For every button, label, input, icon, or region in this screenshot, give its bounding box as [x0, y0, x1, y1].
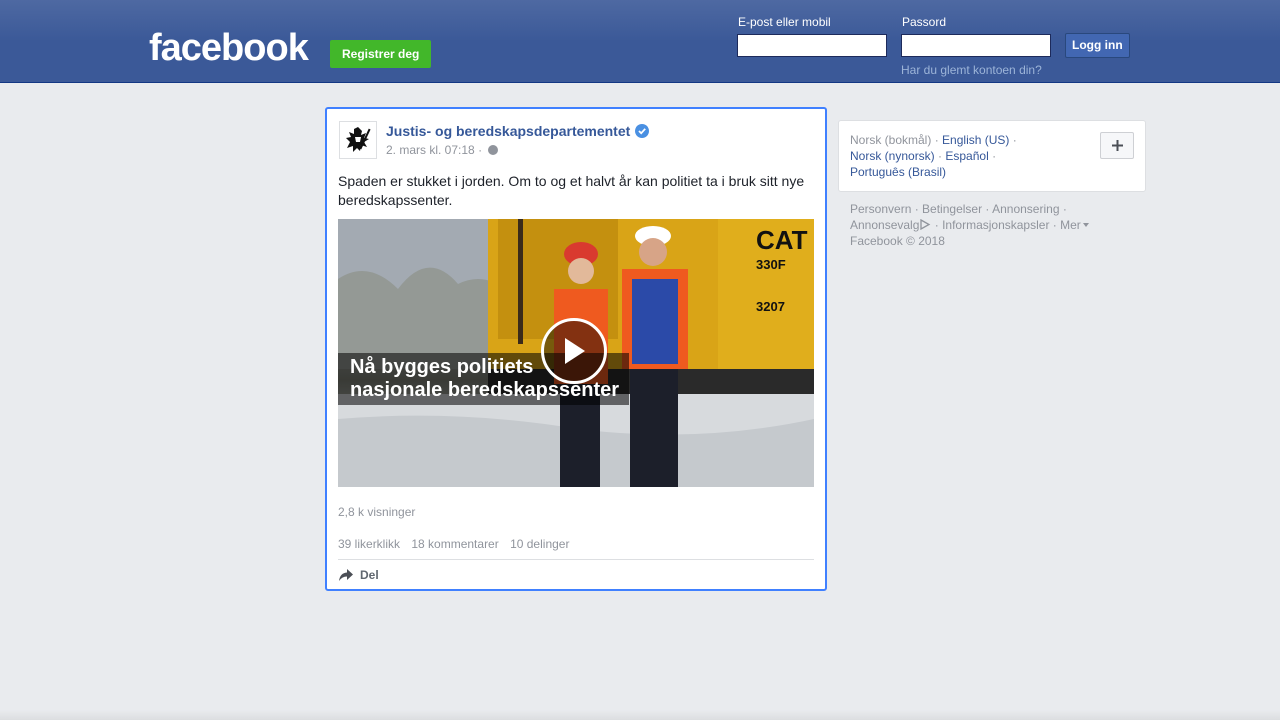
- meta-separator: ·: [478, 143, 483, 157]
- separator: ·: [992, 149, 997, 163]
- footer-link-cookies[interactable]: Informasjonskapsler: [942, 218, 1049, 232]
- add-language-button[interactable]: [1100, 132, 1134, 159]
- language-selector-box: Norsk (bokmål) · English (US) · Norsk (n…: [838, 120, 1146, 192]
- globe-icon[interactable]: [488, 145, 499, 155]
- separator: ·: [938, 149, 943, 163]
- separator: ·: [1012, 133, 1017, 147]
- share-button[interactable]: Del: [338, 568, 379, 582]
- post-timestamp[interactable]: 2. mars kl. 07:18: [386, 143, 475, 157]
- comment-count[interactable]: 18 kommentarer: [411, 537, 498, 551]
- register-button[interactable]: Registrer deg: [330, 40, 432, 68]
- video-player[interactable]: CAT 330F 3207 Nå bygges politiets nasjon…: [338, 219, 814, 487]
- adchoices-icon: [920, 219, 931, 230]
- footer-link-privacy[interactable]: Personvern: [850, 202, 911, 216]
- password-input[interactable]: [901, 34, 1051, 57]
- footer-links: Personvern · Betingelser · Annonsering ·…: [850, 201, 1130, 249]
- lion-crest-icon: [346, 127, 371, 152]
- footer-link-more[interactable]: Mer: [1060, 218, 1081, 232]
- footer-link-adchoices[interactable]: Annonsevalg: [850, 218, 919, 232]
- footer-link-advertising[interactable]: Annonsering: [992, 202, 1059, 216]
- language-link-espanol[interactable]: Español: [945, 149, 988, 163]
- email-input[interactable]: [737, 34, 887, 57]
- post-stats: 39 likerklikk 18 kommentarer 10 delinger: [338, 537, 577, 551]
- language-link-portugues[interactable]: Português (Brasil): [850, 165, 946, 179]
- chevron-down-icon: [1082, 223, 1089, 227]
- post-card: Justis- og beredskapsdepartementet 2. ma…: [325, 107, 827, 591]
- language-link-nynorsk[interactable]: Norsk (nynorsk): [850, 149, 935, 163]
- svg-text:3207: 3207: [756, 299, 785, 314]
- share-arrow-icon: [339, 569, 353, 581]
- language-current: Norsk (bokmål): [850, 133, 932, 147]
- post-meta: 2. mars kl. 07:18 ·: [386, 143, 499, 157]
- copyright: Facebook © 2018: [850, 234, 945, 248]
- svg-text:330F: 330F: [756, 257, 786, 272]
- forgot-account-link[interactable]: Har du glemt kontoen din?: [901, 63, 1042, 77]
- separator: ·: [934, 133, 939, 147]
- play-icon[interactable]: [541, 318, 607, 384]
- share-label: Del: [360, 568, 379, 582]
- divider: [338, 559, 814, 560]
- footer-link-terms[interactable]: Betingelser: [922, 202, 982, 216]
- bottom-shade: [0, 710, 1280, 720]
- page-avatar[interactable]: [339, 121, 377, 159]
- language-list: Norsk (bokmål) · English (US) · Norsk (n…: [850, 132, 1090, 180]
- top-navigation-bar: facebook Registrer deg E-post eller mobi…: [0, 0, 1280, 83]
- language-link-english[interactable]: English (US): [942, 133, 1009, 147]
- cat-text: CAT: [756, 225, 808, 255]
- like-count[interactable]: 39 likerklikk: [338, 537, 400, 551]
- email-label: E-post eller mobil: [738, 15, 831, 29]
- verified-badge-icon: [635, 124, 649, 138]
- page-name-link[interactable]: Justis- og beredskapsdepartementet: [386, 123, 630, 139]
- share-count[interactable]: 10 delinger: [510, 537, 569, 551]
- post-text: Spaden er stukket i jorden. Om to og et …: [338, 173, 805, 208]
- view-count: 2,8 k visninger: [338, 505, 416, 519]
- login-button[interactable]: Logg inn: [1065, 33, 1130, 58]
- facebook-logo[interactable]: facebook: [149, 26, 309, 70]
- password-label: Passord: [902, 15, 947, 29]
- plus-icon: [1111, 140, 1123, 151]
